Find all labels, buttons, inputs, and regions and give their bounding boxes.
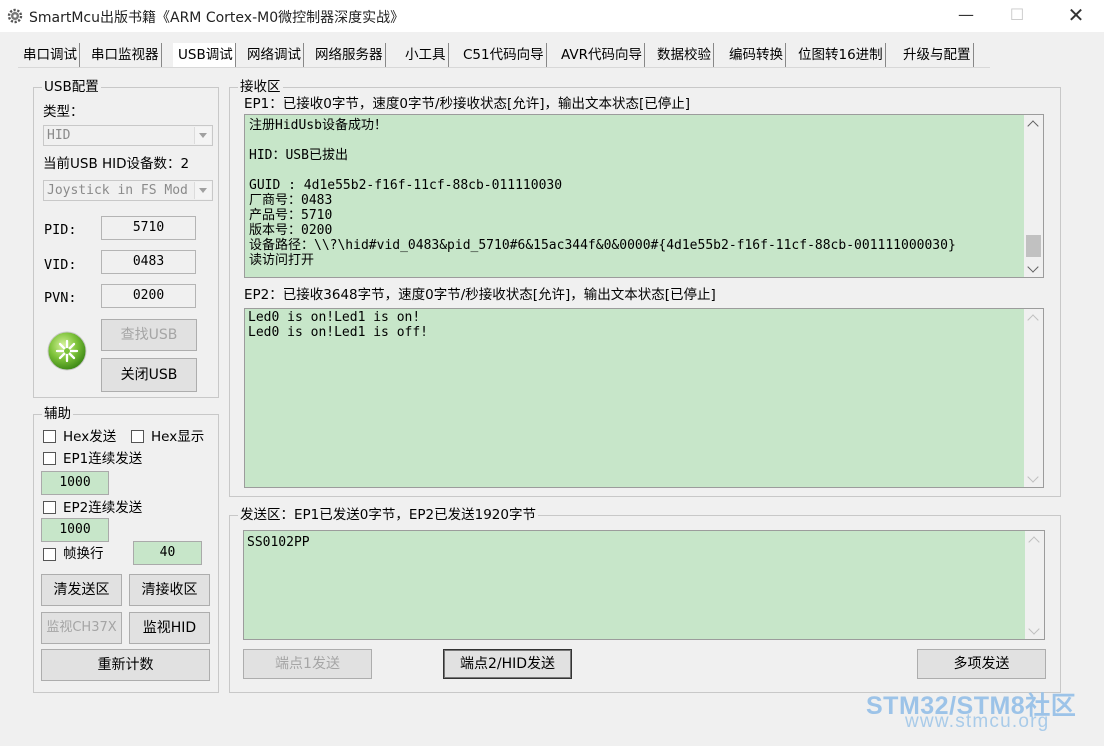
ep1-interval-field[interactable]: 1000 (41, 471, 109, 495)
receive-legend: 接收区 (238, 79, 283, 95)
ep1-scrollbar[interactable] (1024, 115, 1043, 277)
ep1-send-button[interactable]: 端点1发送 (243, 649, 372, 679)
send-scrollbar[interactable] (1025, 531, 1044, 639)
close-button[interactable]: ✕ (1053, 0, 1099, 30)
send-legend: 发送区：EP1已发送0字节，EP2已发送1920字节 (238, 507, 538, 523)
multi-send-button[interactable]: 多项发送 (917, 649, 1046, 679)
scroll-up-icon[interactable] (1024, 309, 1043, 326)
ep2-continuous-label: EP2连续发送 (63, 500, 143, 516)
find-usb-button[interactable]: 查找USB (101, 319, 197, 351)
scroll-up-icon[interactable] (1024, 115, 1043, 132)
device-select-value: Joystick in FS Mod (47, 183, 188, 198)
tab-usb-debug[interactable]: USB调试 (173, 43, 236, 67)
chevron-down-icon (194, 182, 211, 199)
aux-legend: 辅助 (42, 406, 73, 422)
pvn-field[interactable]: 0200 (101, 284, 196, 308)
maximize-button[interactable]: ☐ (994, 0, 1040, 30)
device-select[interactable]: Joystick in FS Mod (43, 180, 213, 201)
tab-avr-wizard[interactable]: AVR代码向导 (556, 43, 645, 67)
close-usb-button[interactable]: 关闭USB (101, 358, 197, 392)
clear-send-button[interactable]: 清发送区 (41, 574, 122, 606)
scroll-thumb[interactable] (1026, 235, 1041, 257)
vid-field[interactable]: 0483 (101, 250, 196, 274)
clear-recv-button[interactable]: 清接收区 (129, 574, 210, 606)
scroll-down-icon[interactable] (1024, 260, 1043, 277)
maximize-icon: ☐ (1009, 5, 1025, 24)
ep1-receive-area[interactable]: 注册HidUsb设备成功！ HID：USB已拔出 GUID : 4d1e55b2… (244, 114, 1044, 278)
hex-show-checkbox[interactable] (131, 430, 144, 443)
ep1-continuous-label: EP1连续发送 (63, 451, 143, 467)
frame-newline-checkbox[interactable] (43, 548, 56, 561)
hex-send-label: Hex发送 (63, 429, 117, 445)
usb-connected-icon (47, 331, 87, 371)
scroll-up-icon[interactable] (1025, 531, 1044, 548)
minimize-icon: — (958, 5, 974, 24)
type-select-value: HID (47, 128, 71, 143)
close-icon: ✕ (1067, 3, 1085, 27)
tab-divider (18, 67, 990, 68)
window-title: SmartMcu出版书籍《ARM Cortex-M0微控制器深度实战》 (29, 10, 405, 26)
main-window: 串口调试 串口监视器 USB调试 网络调试 网络服务器 小工具 C51代码向导 … (0, 32, 1104, 746)
ep2-interval-field[interactable]: 1000 (41, 518, 109, 542)
type-select[interactable]: HID (43, 125, 213, 146)
type-label: 类型： (43, 104, 84, 120)
send-area[interactable]: SS0102PP (243, 530, 1045, 640)
monitor-hid-button[interactable]: 监视HID (129, 612, 210, 644)
tab-bitmap-hex[interactable]: 位图转16进制 (793, 43, 886, 67)
tab-tools[interactable]: 小工具 (400, 43, 449, 67)
tab-serial-debug[interactable]: 串口调试 (18, 43, 80, 67)
ep1-receive-text: 注册HidUsb设备成功！ HID：USB已拔出 GUID : 4d1e55b2… (249, 118, 956, 268)
usb-config-legend: USB配置 (42, 79, 101, 95)
frame-newline-label: 帧换行 (63, 546, 104, 562)
gear-icon (7, 8, 23, 24)
tab-upgrade-config[interactable]: 升级与配置 (898, 43, 974, 67)
ep2-scrollbar[interactable] (1024, 309, 1043, 487)
pvn-label: PVN: (44, 290, 77, 306)
chevron-down-icon (194, 127, 211, 144)
tab-serial-monitor[interactable]: 串口监视器 (86, 43, 162, 67)
tab-network-server[interactable]: 网络服务器 (310, 43, 386, 67)
ep2-receive-text: Led0 is on!Led1 is on! Led0 is on!Led1 i… (248, 310, 429, 340)
frame-value-field[interactable]: 40 (133, 541, 202, 565)
tab-data-check[interactable]: 数据校验 (652, 43, 714, 67)
hex-show-label: Hex显示 (151, 429, 205, 445)
watermark-url: www.stmcu.org (905, 711, 1050, 732)
tab-encoding[interactable]: 编码转换 (724, 43, 786, 67)
ep2-continuous-checkbox[interactable] (43, 501, 56, 514)
ep2-hid-send-button[interactable]: 端点2/HID发送 (443, 649, 572, 679)
device-count-label: 当前USB HID设备数：2 (43, 156, 190, 172)
ep1-status: EP1：已接收0字节，速度0字节/秒接收状态[允许]，输出文本状态[已停止] (244, 96, 691, 112)
reset-count-button[interactable]: 重新计数 (41, 649, 210, 681)
pid-label: PID: (44, 222, 77, 238)
scroll-down-icon[interactable] (1024, 470, 1043, 487)
pid-field[interactable]: 5710 (101, 216, 196, 240)
tab-c51-wizard[interactable]: C51代码向导 (458, 43, 547, 67)
send-text: SS0102PP (247, 535, 310, 550)
scroll-down-icon[interactable] (1025, 622, 1044, 639)
ep1-continuous-checkbox[interactable] (43, 452, 56, 465)
tab-network-debug[interactable]: 网络调试 (242, 43, 304, 67)
hex-send-checkbox[interactable] (43, 430, 56, 443)
vid-label: VID: (44, 257, 77, 273)
minimize-button[interactable]: — (943, 0, 989, 30)
title-bar: SmartMcu出版书籍《ARM Cortex-M0微控制器深度实战》 — ☐ … (0, 0, 1104, 32)
ep2-status: EP2：已接收3648字节，速度0字节/秒接收状态[允许]，输出文本状态[已停止… (244, 287, 716, 303)
monitor-ch37x-button[interactable]: 监视CH37X (41, 612, 122, 644)
ep2-receive-area[interactable]: Led0 is on!Led1 is on! Led0 is on!Led1 i… (244, 308, 1044, 488)
